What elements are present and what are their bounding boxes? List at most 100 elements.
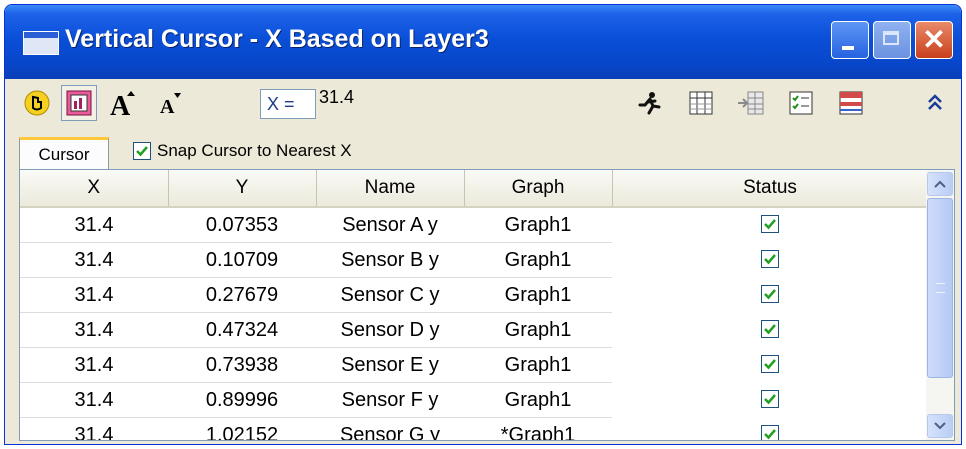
scroll-down-button[interactable] (927, 414, 953, 438)
status-checkbox[interactable] (761, 354, 779, 373)
chevron-up-icon (934, 180, 946, 188)
checkmark-icon (764, 358, 776, 369)
table-row[interactable]: 31.4 0.47324 Sensor D y Graph1 (20, 312, 928, 348)
scrollbar-thumb[interactable] (927, 198, 953, 378)
cell-status (612, 383, 928, 418)
cell-x[interactable]: 31.4 (20, 347, 168, 383)
cell-y[interactable]: 0.47324 (168, 312, 316, 348)
vertical-scrollbar[interactable] (926, 170, 954, 440)
toolbar: A A X = 31.4 (5, 79, 961, 129)
export-table-button[interactable] (733, 85, 769, 121)
chevron-down-icon (934, 422, 946, 430)
snap-to-nearest-x-option[interactable]: Snap Cursor to Nearest X (133, 139, 352, 163)
maximize-button[interactable] (873, 21, 911, 59)
collapse-icon (928, 94, 942, 110)
cell-name[interactable]: Sensor C y (316, 277, 464, 313)
run-icon (638, 92, 661, 115)
cell-y[interactable]: 0.10709 (168, 242, 316, 278)
chart-properties-button[interactable] (61, 85, 97, 121)
cell-y[interactable]: 0.89996 (168, 382, 316, 418)
checkmark-icon (764, 218, 776, 230)
cell-graph[interactable]: Graph1 (464, 242, 612, 278)
cell-status (612, 278, 928, 313)
column-header-x[interactable]: X (20, 170, 169, 208)
checkmark-icon (764, 253, 776, 264)
table-row[interactable]: 31.4 0.27679 Sensor C y Graph1 (20, 277, 928, 313)
font-decrease-button[interactable]: A (151, 85, 187, 121)
status-checkbox[interactable] (761, 389, 779, 408)
collapse-button[interactable] (917, 85, 953, 121)
cell-x[interactable]: 31.4 (20, 207, 168, 243)
snap-checkbox[interactable] (133, 142, 151, 160)
tab-cursor[interactable]: Cursor (19, 137, 109, 169)
cell-name[interactable]: Sensor A y (316, 207, 464, 243)
cell-name[interactable]: Sensor E y (316, 347, 464, 383)
cell-name[interactable]: Sensor D y (316, 312, 464, 348)
checkmark-icon (136, 146, 148, 157)
cell-graph[interactable]: Graph1 (464, 277, 612, 313)
cell-y[interactable]: 0.73938 (168, 347, 316, 383)
table-row[interactable]: 31.4 0.10709 Sensor B y Graph1 (20, 242, 928, 278)
cell-status (612, 243, 928, 278)
close-button[interactable]: ✕ (915, 21, 953, 59)
column-header-graph[interactable]: Graph (464, 170, 613, 208)
checkmark-icon (764, 393, 776, 404)
font-decrease-icon: A (160, 93, 181, 117)
column-layout-icon (689, 91, 713, 115)
cell-graph[interactable]: Graph1 (464, 382, 612, 418)
minimize-button[interactable] (831, 21, 869, 59)
cell-graph[interactable]: Graph1 (464, 207, 612, 243)
cell-x[interactable]: 31.4 (20, 312, 168, 348)
cell-x[interactable]: 31.4 (20, 242, 168, 278)
column-header-status[interactable]: Status (612, 170, 929, 208)
table-header-row: X Y Name Graph Status (20, 170, 929, 208)
cell-y[interactable]: 1.02152 (168, 417, 316, 440)
cursor-data-grid: X Y Name Graph Status 31.4 0.07353 Sensor … (19, 169, 955, 441)
status-checkbox[interactable] (761, 319, 779, 338)
cell-x[interactable]: 31.4 (20, 277, 168, 313)
hand-cursor-button[interactable] (19, 85, 55, 121)
svg-text:A: A (160, 96, 175, 117)
column-layout-button[interactable] (683, 85, 719, 121)
status-checkbox[interactable] (761, 214, 779, 233)
scroll-up-button[interactable] (927, 172, 953, 196)
column-header-name[interactable]: Name (316, 170, 465, 208)
cell-y[interactable]: 0.07353 (168, 207, 316, 243)
run-button[interactable] (631, 85, 667, 121)
table-settings-button[interactable] (833, 85, 869, 121)
cell-name[interactable]: Sensor F y (316, 382, 464, 418)
checkmark-icon (764, 323, 776, 334)
cell-x[interactable]: 31.4 (20, 417, 168, 440)
cell-name[interactable]: Sensor G y (316, 417, 464, 440)
cell-graph[interactable]: Graph1 (464, 312, 612, 348)
checkmark-icon (764, 428, 776, 439)
cell-x[interactable]: 31.4 (20, 382, 168, 418)
checkmark-icon (764, 288, 776, 299)
table-row[interactable]: 31.4 0.89996 Sensor F y Graph1 (20, 382, 928, 418)
cell-status (612, 313, 928, 348)
snap-label: Snap Cursor to Nearest X (157, 141, 352, 160)
font-increase-button[interactable]: A (105, 85, 141, 121)
table-row[interactable]: 31.4 0.07353 Sensor A y Graph1 (20, 207, 928, 243)
column-header-y[interactable]: Y (168, 170, 317, 208)
chart-properties-icon (66, 90, 92, 116)
cell-name[interactable]: Sensor B y (316, 242, 464, 278)
table-row[interactable]: 31.4 0.73938 Sensor E y Graph1 (20, 347, 928, 383)
table-settings-icon (839, 91, 863, 115)
checklist-button[interactable] (783, 85, 819, 121)
cell-graph[interactable]: Graph1 (464, 347, 612, 383)
tab-cursor-label: Cursor (38, 144, 90, 164)
close-icon: ✕ (922, 24, 946, 55)
status-checkbox[interactable] (761, 284, 779, 303)
checklist-icon (789, 91, 813, 115)
x-equals-button[interactable]: X = (260, 89, 316, 119)
cell-y[interactable]: 0.27679 (168, 277, 316, 313)
status-checkbox[interactable] (761, 424, 779, 440)
table-row[interactable]: 31.4 1.02152 Sensor G y *Graph1 (20, 417, 928, 440)
cell-graph[interactable]: *Graph1 (464, 417, 612, 440)
status-checkbox[interactable] (761, 249, 779, 268)
vertical-cursor-window: Vertical Cursor - X Based on Layer3 ✕ A (4, 4, 962, 445)
app-icon (23, 31, 59, 55)
hand-cursor-icon (24, 90, 50, 116)
title-bar[interactable]: Vertical Cursor - X Based on Layer3 ✕ (5, 5, 961, 79)
